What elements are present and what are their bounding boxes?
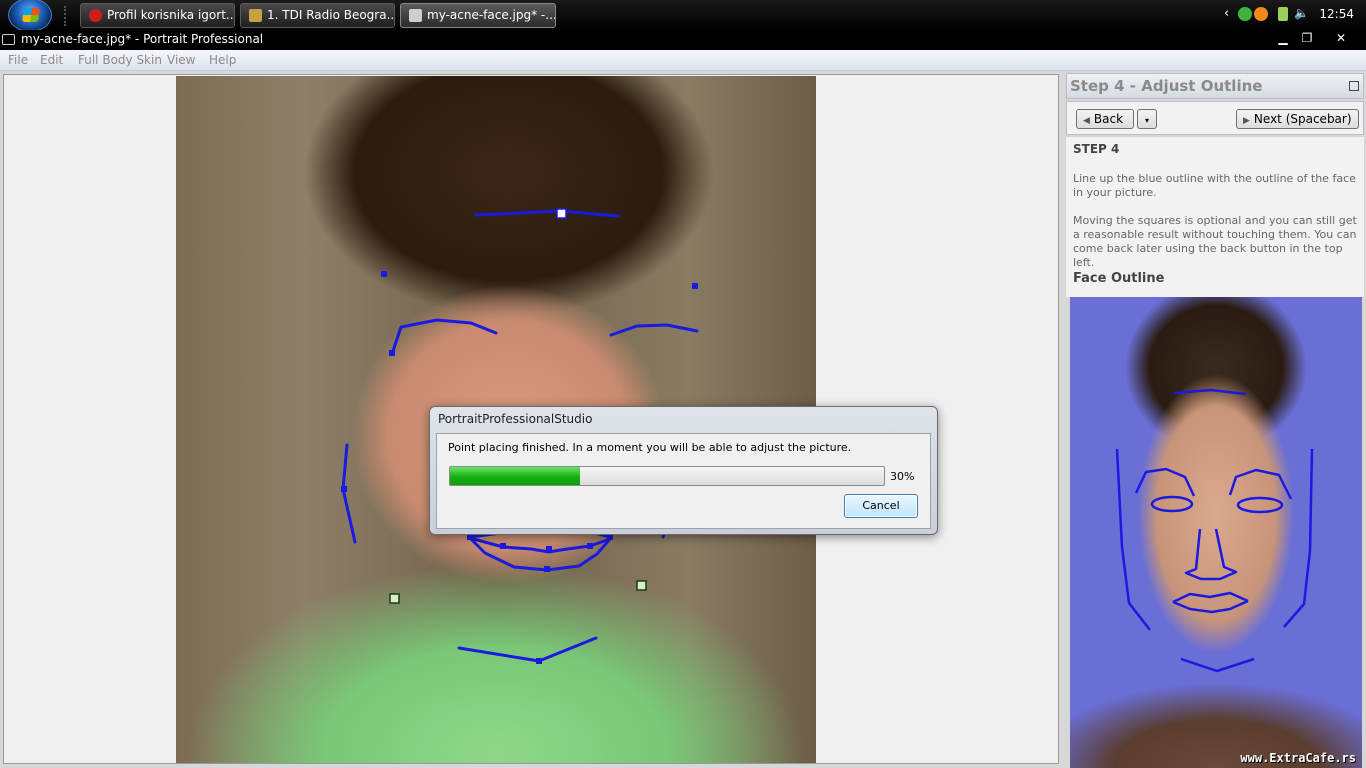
- step-panel: Step 4 - Adjust Outline ◀ Back ▾ ▶ Next (S…: [1062, 71, 1366, 768]
- outline-point: [389, 350, 395, 356]
- dialog-body: Point placing finished. In a moment you …: [436, 433, 931, 529]
- outline-point: [544, 566, 550, 572]
- example-upper-lip: [1172, 591, 1249, 604]
- step-heading: STEP 4: [1073, 142, 1120, 156]
- clock[interactable]: 12:54: [1319, 7, 1354, 21]
- brow-line: [474, 209, 620, 218]
- progress-fill: [450, 467, 581, 485]
- left-jaw: [341, 443, 357, 544]
- network-status-icon[interactable]: [1238, 7, 1252, 21]
- close-button[interactable]: ✕: [1328, 30, 1354, 46]
- taskbar: Profil korisnika igort... 1. TDI Radio B…: [0, 0, 1366, 32]
- panel-toolbar: ◀ Back ▾ ▶ Next (Spacebar): [1066, 101, 1364, 135]
- app-tray-icon[interactable]: [1254, 7, 1268, 21]
- example-outline-overlay: [1115, 388, 1314, 673]
- menu-edit[interactable]: Edit: [40, 53, 63, 67]
- example-right-eye: [1236, 496, 1284, 514]
- task-radio[interactable]: 1. TDI Radio Beogra...: [240, 3, 395, 28]
- menu-help[interactable]: Help: [209, 53, 236, 67]
- example-left-eyebrow: [1134, 467, 1196, 497]
- watermark: www.ExtraCafe.rs: [1240, 751, 1356, 765]
- instruction-paragraph: Line up the blue outline with the outlin…: [1073, 172, 1356, 199]
- start-button[interactable]: [8, 0, 52, 32]
- volume-icon[interactable]: 🔈: [1294, 6, 1309, 20]
- example-chin: [1180, 657, 1255, 673]
- chin: [457, 636, 598, 663]
- menu-bar: File Edit Full Body Skin View Help: [0, 50, 1366, 71]
- minimize-button[interactable]: ▁: [1270, 30, 1296, 46]
- winamp-icon: [249, 9, 262, 22]
- panel-header: Step 4 - Adjust Outline: [1066, 73, 1364, 99]
- task-label: 1. TDI Radio Beogra...: [267, 8, 395, 22]
- window-titlebar: my-acne-face.jpg* - Portrait Professiona…: [0, 30, 1366, 50]
- next-label: Next (Spacebar): [1253, 112, 1352, 126]
- outline-point: [692, 283, 698, 289]
- face-outline-heading: Face Outline: [1073, 271, 1165, 286]
- example-right-eyebrow: [1228, 468, 1293, 500]
- cancel-button[interactable]: Cancel: [844, 494, 918, 518]
- system-tray: ‹ 🔈 12:54: [1216, 0, 1366, 30]
- chevron-down-icon: ▾: [1144, 116, 1149, 125]
- windows-logo-icon: [22, 8, 40, 22]
- taskbar-grip[interactable]: [64, 6, 70, 26]
- example-right-jaw: [1283, 448, 1314, 628]
- example-lower-lip: [1172, 599, 1249, 614]
- back-dropdown-button[interactable]: ▾: [1137, 109, 1157, 129]
- menu-view[interactable]: View: [167, 53, 195, 67]
- outline-point: [381, 271, 387, 277]
- task-opera[interactable]: Profil korisnika igort...: [80, 3, 235, 28]
- camera-icon: [2, 34, 15, 45]
- control-handle: [636, 580, 647, 591]
- outline-point: [546, 546, 552, 552]
- task-label: my-acne-face.jpg* -...: [427, 8, 556, 22]
- dialog-title: PortraitProfessionalStudio: [438, 412, 593, 426]
- opera-icon: [89, 9, 102, 22]
- arrow-left-icon: ◀: [1083, 116, 1090, 126]
- progress-dialog: PortraitProfessionalStudio Point placing…: [429, 406, 938, 535]
- outline-point: [587, 543, 593, 549]
- show-hidden-icons-icon[interactable]: ‹: [1224, 6, 1229, 21]
- instruction-paragraph: Moving the squares is optional and you c…: [1073, 214, 1357, 269]
- battery-icon[interactable]: [1278, 7, 1288, 21]
- instructions: STEP 4 Line up the blue outline with the…: [1066, 137, 1364, 297]
- task-portrait-professional[interactable]: my-acne-face.jpg* -...: [400, 3, 556, 28]
- control-handle: [556, 208, 567, 219]
- camera-icon: [409, 9, 422, 22]
- outline-point: [536, 658, 542, 664]
- example-left-eye: [1150, 495, 1194, 513]
- panel-title: Step 4 - Adjust Outline: [1070, 77, 1263, 95]
- example-brow-line: [1173, 388, 1247, 396]
- example-nose: [1184, 528, 1238, 581]
- back-label: Back: [1093, 112, 1124, 126]
- maximize-button[interactable]: ❐: [1294, 30, 1320, 46]
- right-eyebrow: [609, 323, 699, 337]
- workspace: PortraitProfessionalStudio Point placing…: [0, 71, 1062, 768]
- progress-percent: 30%: [890, 470, 915, 483]
- task-label: Profil korisnika igort...: [107, 8, 235, 22]
- arrow-right-icon: ▶: [1243, 116, 1250, 126]
- example-face-image: www.ExtraCafe.rs: [1070, 297, 1362, 768]
- progress-bar: [449, 466, 885, 486]
- window-title: my-acne-face.jpg* - Portrait Professiona…: [21, 32, 264, 46]
- menu-file[interactable]: File: [8, 53, 28, 67]
- dialog-message: Point placing finished. In a moment you …: [448, 441, 852, 454]
- next-button[interactable]: ▶ Next (Spacebar): [1236, 109, 1359, 129]
- outline-point: [500, 543, 506, 549]
- back-button[interactable]: ◀ Back: [1076, 109, 1134, 129]
- restore-panel-icon[interactable]: [1349, 81, 1359, 91]
- outline-point: [341, 486, 347, 492]
- left-eyebrow: [390, 318, 498, 356]
- menu-full-body-skin[interactable]: Full Body Skin: [78, 53, 162, 67]
- control-handle: [389, 593, 400, 604]
